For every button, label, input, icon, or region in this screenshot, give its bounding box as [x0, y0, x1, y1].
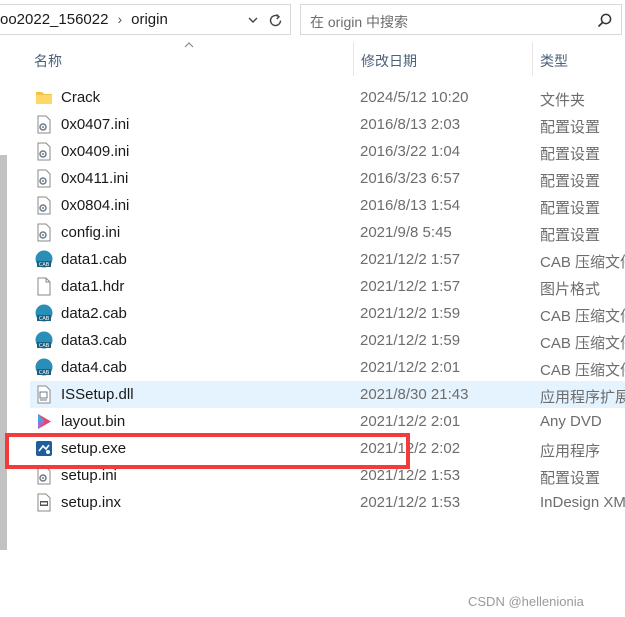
- file-date: 2021/12/2 1:59: [360, 332, 461, 349]
- file-name: ISSetup.dll: [61, 386, 134, 403]
- column-header-row: 名称 修改日期 类型: [0, 42, 625, 78]
- file-name: data1.cab: [61, 251, 127, 268]
- file-type: 配置设置: [540, 146, 601, 163]
- file-date: 2016/3/22 1:04: [360, 143, 461, 160]
- file-row[interactable]: 0x0411.ini 2016/3/23 6:57 配置设置: [30, 165, 625, 192]
- column-header-type[interactable]: 类型: [540, 51, 568, 71]
- file-type: InDesign XML: [540, 494, 625, 511]
- file-row[interactable]: CAB data4.cab 2021/12/2 2:01 CAB 压缩文件: [30, 354, 625, 381]
- cab-file-icon: CAB: [35, 304, 53, 322]
- svg-text:CAB: CAB: [39, 343, 50, 349]
- file-name: 0x0409.ini: [61, 143, 130, 160]
- file-date: 2021/12/2 1:53: [360, 467, 461, 484]
- file-row[interactable]: CAB data1.cab 2021/12/2 1:57 CAB 压缩文件: [30, 246, 625, 273]
- file-name: 0x0411.ini: [61, 170, 129, 187]
- file-date: 2021/12/2 1:57: [360, 278, 461, 295]
- cab-file-icon: CAB: [35, 358, 53, 376]
- ini-file-icon: [37, 115, 51, 134]
- blank-file-icon: [37, 277, 51, 296]
- column-header-name[interactable]: 名称: [34, 51, 62, 71]
- file-type: Any DVD: [540, 413, 602, 430]
- file-name: layout.bin: [61, 413, 126, 430]
- file-type: 配置设置: [540, 227, 601, 244]
- breadcrumb: oo2022_156022 › origin: [0, 11, 168, 28]
- file-name: Crack: [61, 89, 101, 106]
- watermark: CSDN @hellenionia: [468, 594, 584, 609]
- ini-file-icon: [37, 223, 51, 242]
- file-type: 配置设置: [540, 173, 601, 190]
- file-date: 2021/12/2 1:59: [360, 305, 461, 322]
- file-type: 文件夹: [540, 92, 586, 109]
- file-date: 2021/8/30 21:43: [360, 386, 469, 403]
- svg-text:CAB: CAB: [39, 370, 50, 376]
- navigation-pane-scrollbar[interactable]: [0, 155, 7, 550]
- file-row-selected[interactable]: ISSetup.dll 2021/8/30 21:43 应用程序扩展: [30, 381, 625, 408]
- column-divider[interactable]: [353, 42, 354, 76]
- file-row[interactable]: CAB data2.cab 2021/12/2 1:59 CAB 压缩文件: [30, 300, 625, 327]
- bin-file-icon: [38, 414, 51, 429]
- file-row[interactable]: data1.hdr 2021/12/2 1:57 图片格式: [30, 273, 625, 300]
- svg-text:CAB: CAB: [39, 262, 50, 268]
- file-date: 2016/8/13 1:54: [360, 197, 461, 214]
- column-header-date[interactable]: 修改日期: [361, 51, 417, 71]
- file-type: 图片格式: [540, 281, 601, 298]
- svg-text:CAB: CAB: [39, 316, 50, 322]
- search-input[interactable]: 在 origin 中搜索: [310, 12, 408, 32]
- cab-file-icon: CAB: [35, 331, 53, 349]
- file-name: data4.cab: [61, 359, 127, 376]
- ini-file-icon: [37, 196, 51, 215]
- ini-file-icon: [37, 142, 51, 161]
- file-row[interactable]: setup.inx 2021/12/2 1:53 InDesign XML: [30, 489, 625, 516]
- file-row[interactable]: 0x0409.ini 2016/3/22 1:04 配置设置: [30, 138, 625, 165]
- file-date: 2021/12/2 1:57: [360, 251, 461, 268]
- column-divider[interactable]: [532, 42, 533, 76]
- file-type: 应用程序扩展: [540, 389, 625, 406]
- search-box[interactable]: 在 origin 中搜索: [300, 4, 622, 35]
- file-type: CAB 压缩文件: [540, 335, 625, 352]
- cab-file-icon: CAB: [35, 250, 53, 268]
- file-name: data3.cab: [61, 332, 127, 349]
- file-name: 0x0804.ini: [61, 197, 130, 214]
- file-date: 2021/12/2 1:53: [360, 494, 461, 511]
- file-row[interactable]: config.ini 2021/9/8 5:45 配置设置: [30, 219, 625, 246]
- address-bar[interactable]: oo2022_156022 › origin: [0, 4, 291, 35]
- file-date: 2016/8/13 2:03: [360, 116, 461, 133]
- file-type: 配置设置: [540, 470, 601, 487]
- inx-file-icon: [37, 493, 51, 512]
- file-row[interactable]: Crack 2024/5/12 10:20 文件夹: [30, 84, 625, 111]
- chevron-down-icon[interactable]: [246, 13, 260, 27]
- file-name: data1.hdr: [61, 278, 125, 295]
- file-date: 2021/9/8 5:45: [360, 224, 452, 241]
- refresh-icon[interactable]: [267, 12, 284, 29]
- file-type: 应用程序: [540, 443, 601, 460]
- dll-file-icon: [37, 385, 51, 404]
- file-row[interactable]: CAB data3.cab 2021/12/2 1:59 CAB 压缩文件: [30, 327, 625, 354]
- file-name: config.ini: [61, 224, 121, 241]
- file-date: 2024/5/12 10:20: [360, 89, 469, 106]
- breadcrumb-separator-icon[interactable]: ›: [117, 11, 122, 27]
- file-name: 0x0407.ini: [61, 116, 130, 133]
- file-date: 2021/12/2 2:01: [360, 359, 461, 376]
- file-name: setup.ini: [61, 467, 117, 484]
- file-type: 配置设置: [540, 119, 601, 136]
- highlight-annotation-box: [5, 433, 410, 469]
- file-type: 配置设置: [540, 200, 601, 217]
- breadcrumb-item-parent[interactable]: oo2022_156022: [0, 11, 108, 28]
- search-icon[interactable]: [596, 12, 613, 29]
- file-name: setup.inx: [61, 494, 122, 511]
- file-date: 2016/3/23 6:57: [360, 170, 461, 187]
- folder-icon: [36, 92, 52, 104]
- file-type: CAB 压缩文件: [540, 308, 625, 325]
- file-type: CAB 压缩文件: [540, 254, 625, 271]
- breadcrumb-item-current[interactable]: origin: [131, 11, 168, 28]
- sort-ascending-icon: [184, 42, 194, 48]
- file-row[interactable]: layout.bin 2021/12/2 2:01 Any DVD: [30, 408, 625, 435]
- file-date: 2021/12/2 2:01: [360, 413, 461, 430]
- file-name: data2.cab: [61, 305, 127, 322]
- file-type: CAB 压缩文件: [540, 362, 625, 379]
- ini-file-icon: [37, 169, 51, 188]
- file-row[interactable]: 0x0804.ini 2016/8/13 1:54 配置设置: [30, 192, 625, 219]
- file-row[interactable]: 0x0407.ini 2016/8/13 2:03 配置设置: [30, 111, 625, 138]
